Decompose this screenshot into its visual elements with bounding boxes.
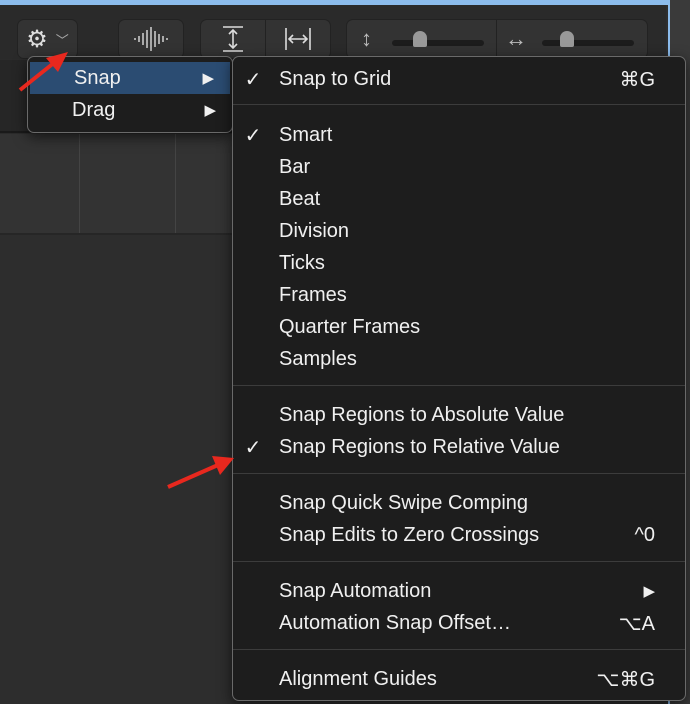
zoom-sliders-group: ↕ ↔ [346, 19, 648, 59]
waveform-zoom-button[interactable] [118, 19, 184, 59]
menu-separator [233, 385, 685, 386]
menu-separator [233, 104, 685, 105]
keyboard-shortcut: ⌥⌘G [596, 668, 655, 691]
menu-item-snap-regions-to-absolute-value[interactable]: Snap Regions to Absolute Value [233, 399, 685, 431]
menu-item-label: Snap [74, 66, 121, 89]
keyboard-shortcut: ⌘G [619, 68, 655, 91]
menu-item-ticks[interactable]: Ticks [233, 247, 685, 279]
menu-item-label: Smart [279, 123, 333, 146]
gear-menu-button[interactable]: ⚙ ﹀ [17, 19, 78, 59]
menu-item-label: Quarter Frames [279, 315, 421, 338]
menu-item-division[interactable]: Division [233, 215, 685, 247]
menu-item-label: Samples [279, 347, 357, 370]
slider-thumb[interactable] [413, 31, 427, 47]
horizontal-fit-button[interactable] [266, 20, 331, 58]
menu-item-bar[interactable]: Bar [233, 151, 685, 183]
menu-item-automation-snap-offset[interactable]: Automation Snap Offset… ⌥A [233, 607, 685, 639]
menu-item-snap-automation[interactable]: Snap Automation ▶ [233, 575, 685, 607]
menu-item-label: Automation Snap Offset… [279, 611, 511, 634]
menu-item-snap[interactable]: Snap ▶ [30, 62, 230, 94]
checkmark-icon: ✓ [244, 68, 262, 91]
menu-item-label: Snap Edits to Zero Crossings [279, 523, 540, 546]
gear-menu: Snap ▶ Drag ▶ [27, 56, 233, 133]
toolbar: ⚙ ﹀ ↕ ↔ [0, 5, 666, 59]
menu-item-label: Snap Regions to Absolute Value [279, 403, 565, 426]
menu-item-alignment-guides[interactable]: Alignment Guides ⌥⌘G [233, 663, 685, 695]
vertical-resize-icon: ↕ [361, 26, 372, 51]
submenu-arrow-icon: ▶ [202, 70, 214, 87]
keyboard-shortcut: ^0 [634, 523, 655, 546]
menu-separator [233, 561, 685, 562]
menu-item-label: Snap Regions to Relative Value [279, 435, 560, 458]
menu-item-samples[interactable]: Samples [233, 343, 685, 375]
menu-separator [233, 473, 685, 474]
menu-separator [233, 649, 685, 650]
snap-submenu: ✓ Snap to Grid ⌘G ✓ Smart Bar Beat Division Tick… [232, 56, 686, 701]
menu-item-label: Frames [279, 283, 347, 306]
checkmark-icon: ✓ [244, 436, 262, 459]
horizontal-zoom-slider[interactable]: ↔ [497, 20, 647, 58]
menu-item-snap-edits-to-zero-crossings[interactable]: Snap Edits to Zero Crossings ^0 [233, 519, 685, 551]
checkmark-icon: ✓ [244, 124, 262, 147]
menu-item-beat[interactable]: Beat [233, 183, 685, 215]
menu-item-frames[interactable]: Frames [233, 279, 685, 311]
waveform-icon [134, 27, 168, 51]
gear-icon: ⚙ [26, 25, 48, 53]
menu-item-label: Snap Quick Swipe Comping [279, 491, 529, 514]
menu-item-label: Alignment Guides [279, 667, 437, 690]
keyboard-shortcut: ⌥A [618, 612, 655, 635]
submenu-arrow-icon: ▶ [204, 102, 216, 119]
menu-item-label: Snap to Grid [279, 67, 392, 90]
menu-item-label: Ticks [279, 251, 325, 274]
menu-item-drag[interactable]: Drag ▶ [28, 94, 232, 126]
slider-thumb[interactable] [560, 31, 574, 47]
menu-item-label: Bar [279, 155, 311, 178]
chevron-down-icon: ﹀ [55, 32, 69, 48]
horizontal-fit-icon [284, 28, 311, 50]
menu-item-snap-quick-swipe-comping[interactable]: Snap Quick Swipe Comping [233, 487, 685, 519]
menu-item-snap-to-grid[interactable]: ✓ Snap to Grid ⌘G [233, 63, 685, 95]
horizontal-resize-icon: ↔ [505, 26, 527, 51]
vertical-fit-icon [222, 26, 243, 52]
menu-item-label: Division [279, 219, 350, 242]
grid-line [79, 134, 80, 233]
menu-item-label: Drag [72, 98, 116, 121]
fit-buttons-group [200, 19, 331, 59]
menu-item-smart[interactable]: ✓ Smart [233, 119, 685, 151]
submenu-arrow-icon: ▶ [643, 583, 655, 600]
vertical-zoom-slider[interactable]: ↕ [347, 20, 497, 58]
grid-line [175, 134, 176, 233]
menu-item-quarter-frames[interactable]: Quarter Frames [233, 311, 685, 343]
menu-item-snap-regions-to-relative-value[interactable]: ✓ Snap Regions to Relative Value [233, 431, 685, 463]
vertical-fit-button[interactable] [201, 20, 266, 58]
menu-item-label: Beat [279, 187, 321, 210]
menu-item-label: Snap Automation [279, 579, 432, 602]
